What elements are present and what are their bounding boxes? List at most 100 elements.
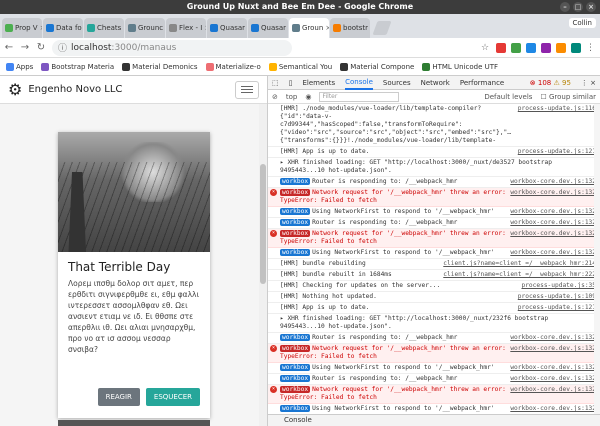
console-log-row[interactable]: workbox Using NetworkFirst to respond to …	[268, 207, 600, 218]
back-icon[interactable]: ←	[4, 42, 14, 53]
maximize-button[interactable]: □	[573, 2, 583, 12]
source-link[interactable]: workbox-core.dev.js:132	[510, 230, 596, 246]
bookmark-item[interactable]: Material Demonics	[122, 62, 198, 71]
device-toggle-icon[interactable]: ▯	[289, 79, 293, 87]
console-log-row[interactable]: workbox Using NetworkFirst to respond to …	[268, 248, 600, 259]
console-error-row[interactable]: × workbox Network request for '/__webpack_…	[268, 385, 600, 404]
console-log-row[interactable]: [HMR] App is up to date. process-update.j…	[268, 147, 600, 158]
devtools-tab[interactable]: Sources	[383, 79, 411, 87]
browser-tab[interactable]: Groun ×	[289, 18, 329, 38]
console-drawer-tab[interactable]: Console	[268, 414, 600, 426]
profile-button[interactable]: Collin	[568, 18, 596, 28]
error-count-badge[interactable]: ⊗ 108 ⚠ 95	[530, 79, 571, 87]
console-log-row[interactable]: workbox Using NetworkFirst to respond to …	[268, 363, 600, 374]
extension-icon-3[interactable]	[526, 42, 536, 53]
extension-icon-6[interactable]	[571, 42, 581, 53]
levels-select[interactable]: Default levels	[484, 93, 532, 101]
clear-console-icon[interactable]: ⊘	[272, 93, 278, 101]
console-log-row[interactable]: [HMR] Checking for updates on the server…	[268, 281, 600, 292]
filter-input[interactable]: Filter	[319, 91, 400, 102]
bookmark-item[interactable]: Material Compone	[340, 62, 414, 71]
devtools-tab[interactable]: Network	[421, 79, 450, 87]
extension-icon-5[interactable]	[556, 42, 566, 53]
close-tab-icon[interactable]: ×	[323, 24, 329, 32]
info-icon[interactable]: ⓘ	[58, 41, 67, 54]
bookmark-item[interactable]: Materialize-o	[205, 62, 261, 71]
source-link[interactable]: workbox-core.dev.js:132	[510, 375, 596, 383]
menu-icon[interactable]: ⋮	[586, 43, 596, 53]
browser-tab[interactable]: Flex - I×	[166, 18, 206, 38]
devtools-tab[interactable]: Console	[345, 76, 373, 90]
source-link[interactable]: workbox-core.dev.js:132	[510, 189, 596, 205]
source-link[interactable]: process-update.js:109	[518, 293, 596, 301]
star-icon[interactable]: ☆	[481, 43, 491, 53]
browser-tab[interactable]: Cheats×	[84, 18, 124, 38]
console-log-row[interactable]: workbox Router is responding to: /__webpa…	[268, 374, 600, 385]
console-log-row[interactable]: workbox Router is responding to: /__webpa…	[268, 218, 600, 229]
react-button[interactable]: REAGIR	[97, 388, 140, 406]
close-tab-icon[interactable]: ×	[163, 24, 165, 32]
reload-icon[interactable]: ↻	[36, 42, 46, 53]
close-tab-icon[interactable]: ×	[82, 24, 83, 32]
devtools-menu-icon[interactable]: ⋮ ×	[581, 79, 600, 87]
hamburger-menu-button[interactable]	[235, 80, 259, 99]
devtools-tab[interactable]: Performance	[460, 79, 504, 87]
extension-icon-4[interactable]	[541, 42, 551, 53]
source-link[interactable]: workbox-core.dev.js:132	[510, 208, 596, 216]
address-bar[interactable]: ⓘ localhost:3000/manaus	[52, 39, 292, 56]
console-log-row[interactable]: workbox Router is responding to: /__webpa…	[268, 177, 600, 188]
console-log-row[interactable]: ▸ XHR finished loading: GET "http://loca…	[268, 314, 600, 333]
context-select[interactable]: top	[286, 93, 297, 101]
console-log-row[interactable]: workbox Router is responding to: /__webpa…	[268, 333, 600, 344]
extension-icon-2[interactable]	[511, 42, 521, 53]
source-link[interactable]: workbox-core.dev.js:132	[510, 386, 596, 402]
group-similar-checkbox[interactable]: ☐ Group similar	[540, 93, 596, 101]
console-log-row[interactable]: [HMR] bundle rebuilding client.js?name=cl…	[268, 259, 600, 270]
source-link[interactable]: workbox-core.dev.js:132	[510, 334, 596, 342]
browser-tab[interactable]: Data fo×	[43, 18, 83, 38]
source-link[interactable]: client.js?name=client_=/__webpack_hmr:22…	[443, 271, 596, 279]
close-tab-icon[interactable]: ×	[286, 24, 288, 32]
browser-tab[interactable]: Quasar×	[207, 18, 247, 38]
source-link[interactable]: process-update.js:121	[518, 148, 596, 156]
source-link[interactable]: client.js?name=client_=/__webpack_hmr:21…	[443, 260, 596, 268]
close-tab-icon[interactable]: ×	[121, 24, 124, 32]
console-log-row[interactable]: [HMR] bundle rebuilt in 1684ms client.js?…	[268, 270, 600, 281]
browser-tab[interactable]: Quasar×	[248, 18, 288, 38]
console-scrollbar[interactable]	[594, 104, 600, 414]
close-tab-icon[interactable]: ×	[368, 24, 370, 32]
browser-tab[interactable]: bootstr×	[330, 18, 370, 38]
console-log-row[interactable]: [HMR] ./node_modules/vue-loader/lib/temp…	[268, 104, 600, 147]
console-log-row[interactable]: [HMR] Nothing hot updated. process-update…	[268, 292, 600, 303]
forget-button[interactable]: ESQUECER	[145, 388, 200, 406]
extension-icon-1[interactable]	[496, 42, 506, 53]
source-link[interactable]: workbox-core.dev.js:132	[510, 178, 596, 186]
source-link[interactable]: workbox-core.dev.js:132	[510, 405, 596, 413]
console-error-row[interactable]: × workbox Network request for '/__webpack_…	[268, 344, 600, 363]
inspect-icon[interactable]: ⬚	[272, 79, 279, 87]
eye-icon[interactable]: ◉	[305, 93, 311, 101]
forward-icon[interactable]: →	[20, 42, 30, 53]
source-link[interactable]: workbox-core.dev.js:132	[510, 249, 596, 257]
console-log-row[interactable]: [HMR] App is up to date. process-update.j…	[268, 303, 600, 314]
console-log-row[interactable]: ▸ XHR finished loading: GET "http://loca…	[268, 158, 600, 177]
new-tab-button[interactable]	[372, 21, 392, 35]
close-tab-icon[interactable]: ×	[245, 24, 247, 32]
close-window-button[interactable]: ×	[586, 2, 596, 12]
bookmark-item[interactable]: HTML Unicode UTF	[422, 62, 498, 71]
browser-tab[interactable]: Grounc×	[125, 18, 165, 38]
console-error-row[interactable]: × workbox Network request for '/__webpack_…	[268, 229, 600, 248]
source-link[interactable]: process-update.js:35	[521, 282, 596, 290]
source-link[interactable]: workbox-core.dev.js:132	[510, 219, 596, 227]
devtools-tab[interactable]: Elements	[302, 79, 335, 87]
bookmark-item[interactable]: Bootstrap Materia	[41, 62, 114, 71]
source-link[interactable]: workbox-core.dev.js:132	[510, 345, 596, 361]
page-scrollbar[interactable]	[259, 104, 267, 426]
bookmark-item[interactable]: Apps	[6, 62, 33, 71]
source-link[interactable]: workbox-core.dev.js:132	[510, 364, 596, 372]
brand-name[interactable]: Engenho Novo LLC	[28, 84, 122, 95]
browser-tab[interactable]: Prop V×	[2, 18, 42, 38]
console-error-row[interactable]: × workbox Network request for '/__webpack_…	[268, 188, 600, 207]
source-link[interactable]: process-update.js:116	[518, 105, 596, 145]
close-tab-icon[interactable]: ×	[38, 24, 42, 32]
